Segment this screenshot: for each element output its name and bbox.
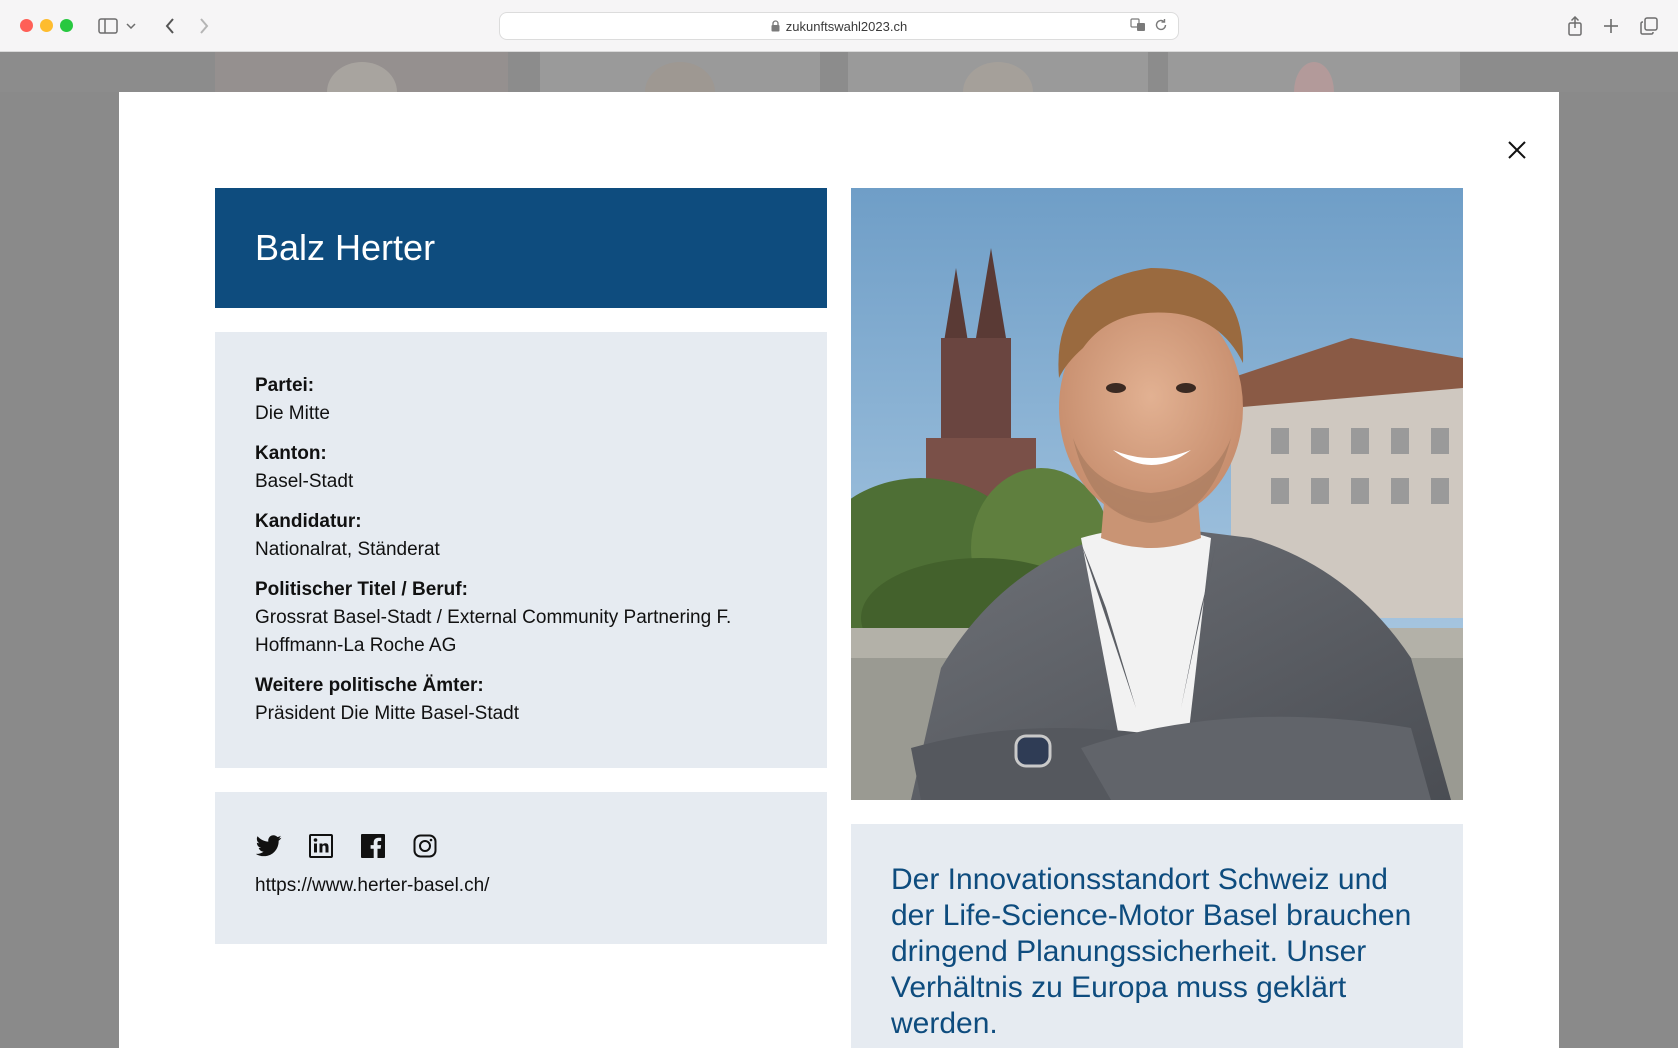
- address-bar[interactable]: zukunftswahl2023.ch: [499, 12, 1179, 40]
- zoom-window-button[interactable]: [60, 19, 73, 32]
- back-icon[interactable]: [158, 14, 182, 38]
- reload-icon[interactable]: [1154, 18, 1168, 35]
- candidate-name: Balz Herter: [255, 227, 436, 268]
- facebook-icon[interactable]: [359, 832, 387, 860]
- info-row-kandidatur: Kandidatur: Nationalrat, Ständerat: [255, 508, 787, 564]
- lock-icon: [771, 20, 780, 32]
- social-links-panel: https://www.herter-basel.ch/: [215, 792, 827, 944]
- candidate-modal: Balz Herter Partei: Die Mitte Kanton: Ba…: [119, 92, 1559, 1048]
- info-value: Nationalrat, Ständerat: [255, 539, 440, 560]
- info-row-titel-beruf: Politischer Titel / Beruf: Grossrat Base…: [255, 576, 787, 660]
- browser-toolbar: zukunftswahl2023.ch: [0, 0, 1678, 52]
- url-text: zukunftswahl2023.ch: [785, 18, 908, 34]
- candidate-quote: Der Innovationsstandort Schweiz und der …: [891, 863, 1412, 1040]
- candidate-quote-panel: Der Innovationsstandort Schweiz und der …: [851, 824, 1463, 1048]
- info-label: Politischer Titel / Beruf:: [255, 579, 468, 600]
- background-candidate-photo: [215, 52, 508, 92]
- candidate-info-panel: Partei: Die Mitte Kanton: Basel-Stadt Ka…: [215, 332, 827, 768]
- close-window-button[interactable]: [20, 19, 33, 32]
- twitter-icon[interactable]: [255, 832, 283, 860]
- info-row-weitere-aemter: Weitere politische Ämter: Präsident Die …: [255, 672, 787, 728]
- share-icon[interactable]: [1563, 14, 1587, 38]
- chevron-down-icon[interactable]: [124, 14, 138, 38]
- linkedin-icon[interactable]: [307, 832, 335, 860]
- info-row-partei: Partei: Die Mitte: [255, 372, 787, 428]
- tab-overview-icon[interactable]: [1637, 14, 1661, 38]
- background-candidate-photo: [1168, 52, 1460, 92]
- instagram-icon[interactable]: [411, 832, 439, 860]
- background-candidate-photo: [848, 52, 1148, 92]
- info-label: Kanton:: [255, 443, 327, 464]
- new-tab-icon[interactable]: [1599, 14, 1623, 38]
- candidate-photo: [851, 188, 1463, 800]
- sidebar-toggle-icon[interactable]: [96, 14, 120, 38]
- website-link[interactable]: https://www.herter-basel.ch/: [255, 875, 489, 896]
- info-row-kanton: Kanton: Basel-Stadt: [255, 440, 787, 496]
- info-value: Präsident Die Mitte Basel-Stadt: [255, 703, 520, 724]
- info-label: Kandidatur:: [255, 511, 362, 532]
- forward-icon[interactable]: [192, 14, 216, 38]
- info-value: Die Mitte: [255, 403, 330, 424]
- close-icon: [1508, 141, 1526, 159]
- candidate-name-header: Balz Herter: [215, 188, 827, 308]
- background-candidate-photo: [540, 52, 820, 92]
- info-label: Partei:: [255, 375, 315, 396]
- close-modal-button[interactable]: [1503, 136, 1531, 164]
- minimize-window-button[interactable]: [40, 19, 53, 32]
- info-value: Basel-Stadt: [255, 471, 354, 492]
- info-label: Weitere politische Ämter:: [255, 675, 484, 696]
- translate-icon[interactable]: [1130, 18, 1146, 35]
- info-value: Grossrat Basel-Stadt / External Communit…: [255, 607, 732, 656]
